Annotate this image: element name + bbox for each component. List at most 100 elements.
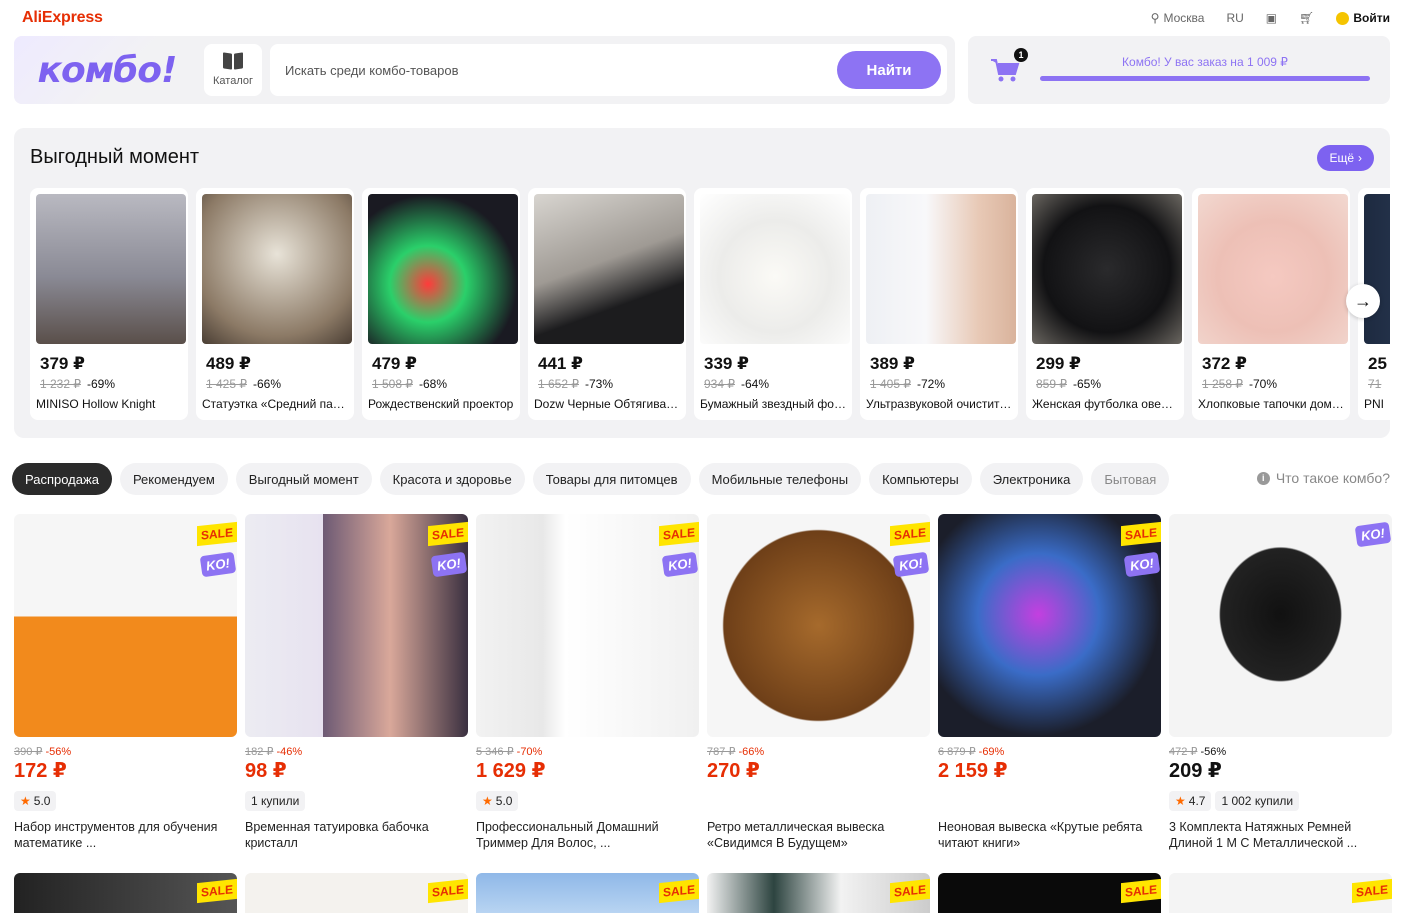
product-card[interactable]: SALE bbox=[245, 873, 468, 913]
combo-badge: KO! bbox=[1354, 521, 1392, 548]
combo-badge: KO! bbox=[1123, 551, 1161, 578]
deal-card[interactable]: 372 ₽ 1 258 ₽ -70% Хлопковые тапочки дома… bbox=[1192, 188, 1350, 420]
product-image bbox=[1198, 194, 1348, 344]
rating-chip: ★ 4.7 bbox=[1169, 791, 1212, 811]
deal-price: 489 ₽ bbox=[206, 354, 251, 373]
combo-badge: KO! bbox=[661, 551, 699, 578]
tab-home[interactable]: Бытовая bbox=[1091, 463, 1170, 495]
tab-computers[interactable]: Компьютеры bbox=[869, 463, 972, 495]
deal-price: 372 ₽ bbox=[1202, 354, 1247, 373]
city-label: Москва bbox=[1163, 11, 1205, 25]
deal-name: Dozw Черные Обтягивающие bbox=[534, 397, 680, 411]
combo-badge: KO! bbox=[199, 551, 237, 578]
deal-price: 389 ₽ bbox=[870, 354, 915, 373]
product-card[interactable]: SALE KO! 182 ₽ -46% 98 ₽ 1 купили Времен… bbox=[245, 514, 468, 851]
tab-pets[interactable]: Товары для питомцев bbox=[532, 463, 691, 495]
product-image: SALE KO! bbox=[476, 514, 699, 737]
login-button[interactable]: Войти bbox=[1336, 11, 1390, 25]
orders-link[interactable]: ▣ bbox=[1266, 11, 1277, 25]
product-card[interactable]: SALE bbox=[707, 873, 930, 913]
product-image bbox=[534, 194, 684, 344]
aliexpress-logo[interactable]: AliExpress bbox=[22, 9, 103, 27]
product-name: 3 Комплекта Натяжных Ремней Длиной 1 М С… bbox=[1169, 820, 1358, 850]
location-pin-icon: ⚲ bbox=[1150, 11, 1160, 25]
tab-phones[interactable]: Мобильные телефоны bbox=[698, 463, 862, 495]
carousel-next-button[interactable]: → bbox=[1346, 284, 1380, 318]
old-price: 6 879 ₽ -69% bbox=[938, 746, 1005, 758]
deal-card[interactable]: 379 ₽ 1 232 ₽ -69% MINISO Hollow Knight bbox=[30, 188, 188, 420]
combo-badge: KO! bbox=[892, 551, 930, 578]
combo-cart-panel[interactable]: 1 Комбо! У вас заказ на 1 009 ₽ bbox=[968, 36, 1390, 104]
deal-old-price: 934 ₽ -64% bbox=[704, 377, 770, 391]
product-card[interactable]: SALE bbox=[1169, 873, 1392, 913]
book-icon bbox=[223, 53, 243, 71]
sale-badge: SALE bbox=[1351, 878, 1392, 904]
deal-card[interactable]: 339 ₽ 934 ₽ -64% Бумажный звездный фонарь bbox=[694, 188, 852, 420]
deal-old-price: 1 508 ₽ -68% bbox=[372, 377, 448, 391]
deal-name: Хлопковые тапочки домашние bbox=[1198, 397, 1344, 411]
product-name: Временная татуировка бабочка кристалл bbox=[245, 820, 429, 850]
product-card[interactable]: SALE bbox=[476, 873, 699, 913]
top-bar: AliExpress ⚲ Москва RU ▣ 🛒︎ Войти bbox=[0, 0, 1412, 36]
deal-old-price: 1 232 ₽ -69% bbox=[40, 377, 116, 391]
sale-badge: SALE bbox=[1120, 521, 1161, 547]
deal-name: PNI bbox=[1364, 397, 1385, 411]
product-card[interactable]: SALE KO! 787 ₽ -66% 270 ₽ Ретро металлич… bbox=[707, 514, 930, 851]
location-selector[interactable]: ⚲ Москва bbox=[1151, 11, 1205, 25]
cart-link[interactable]: 🛒︎ bbox=[1299, 11, 1314, 25]
deal-card[interactable]: 479 ₽ 1 508 ₽ -68% Рождественский проекто… bbox=[362, 188, 520, 420]
tab-deals[interactable]: Выгодный момент bbox=[235, 463, 372, 495]
sale-badge: SALE bbox=[196, 878, 237, 904]
old-price: 390 ₽ -56% bbox=[14, 746, 72, 758]
combo-logo-text: комбо! bbox=[37, 49, 178, 91]
product-name: Ретро металлическая вывеска «Свидимся В … bbox=[707, 820, 885, 850]
product-card[interactable]: SALE KO! 5 346 ₽ -70% 1 629 ₽ ★ 5.0 Профе… bbox=[476, 514, 699, 851]
product-meta: ★ 5.0 bbox=[14, 791, 237, 811]
section-title: Выгодный момент bbox=[30, 146, 200, 168]
price: 270 ₽ bbox=[707, 760, 760, 782]
star-icon: ★ bbox=[20, 794, 31, 808]
tab-beauty[interactable]: Красота и здоровье bbox=[379, 463, 525, 495]
product-card[interactable]: SALE bbox=[14, 873, 237, 913]
login-label: Войти bbox=[1353, 11, 1390, 25]
language-selector[interactable]: RU bbox=[1226, 11, 1243, 25]
old-price: 472 ₽ -56% bbox=[1169, 746, 1227, 758]
catalog-label: Каталог bbox=[213, 75, 253, 87]
smiley-icon bbox=[1336, 11, 1350, 25]
product-grid: SALE KO! 390 ₽ -56% 172 ₽ ★ 5.0 Набор инс… bbox=[14, 514, 1392, 851]
tab-recommended[interactable]: Рекомендуем bbox=[119, 463, 228, 495]
price: 172 ₽ bbox=[14, 760, 67, 782]
combo-badge: KO! bbox=[430, 551, 468, 578]
product-image: SALE bbox=[938, 873, 1161, 913]
deal-card[interactable]: 441 ₽ 1 652 ₽-73% Dozw Черные Обтягивающ… bbox=[528, 188, 686, 420]
deal-card[interactable]: 299 ₽ 859 ₽ -65% Женская футболка оверсай… bbox=[1026, 188, 1184, 420]
product-card[interactable]: KO! 472 ₽ -56% 209 ₽ ★ 4.7 1 002 купили 3… bbox=[1169, 514, 1392, 851]
product-meta bbox=[707, 791, 930, 811]
deal-old-price: 1 258 ₽ -70% bbox=[1202, 377, 1278, 391]
deal-old-price: 859 ₽ -65% bbox=[1036, 377, 1102, 391]
what-is-combo-link[interactable]: i Что такое комбо? bbox=[1248, 470, 1390, 486]
deal-card[interactable]: 389 ₽ 1 405 ₽ -72% Ультразвуковой очистит… bbox=[860, 188, 1018, 420]
product-grid-row-2: SALE SALE SALE SALE SALE SALE bbox=[14, 873, 1392, 913]
cart-progress-bar bbox=[1040, 76, 1370, 81]
product-card[interactable]: SALE bbox=[938, 873, 1161, 913]
tab-sale[interactable]: Распродажа bbox=[12, 463, 112, 495]
product-card[interactable]: SALE KO! 6 879 ₽ -69% 2 159 ₽ Неоновая в… bbox=[938, 514, 1161, 851]
more-button[interactable]: Ещё › bbox=[1317, 145, 1374, 171]
rating-chip: ★ 5.0 bbox=[476, 791, 519, 811]
deal-card[interactable]: 489 ₽ 1 425 ₽ -66% Статуэтка «Средний пал… bbox=[196, 188, 354, 420]
product-image bbox=[368, 194, 518, 344]
product-card[interactable]: SALE KO! 390 ₽ -56% 172 ₽ ★ 5.0 Набор инс… bbox=[14, 514, 237, 851]
old-price: 787 ₽ -66% bbox=[707, 746, 765, 758]
deal-name: Бумажный звездный фонарь bbox=[700, 397, 846, 411]
deal-cards: 379 ₽ 1 232 ₽ -69% MINISO Hollow Knight 4… bbox=[30, 188, 1390, 420]
product-meta: 1 купили bbox=[245, 791, 468, 811]
search-button[interactable]: Найти bbox=[837, 51, 941, 89]
search-input[interactable] bbox=[285, 62, 837, 78]
price: 1 629 ₽ bbox=[476, 760, 546, 782]
combo-logo[interactable]: комбо! bbox=[14, 36, 200, 104]
star-icon: ★ bbox=[1175, 794, 1186, 808]
catalog-button[interactable]: Каталог bbox=[204, 44, 262, 96]
tab-electronics[interactable]: Электроника bbox=[979, 463, 1084, 495]
product-image bbox=[700, 194, 850, 344]
